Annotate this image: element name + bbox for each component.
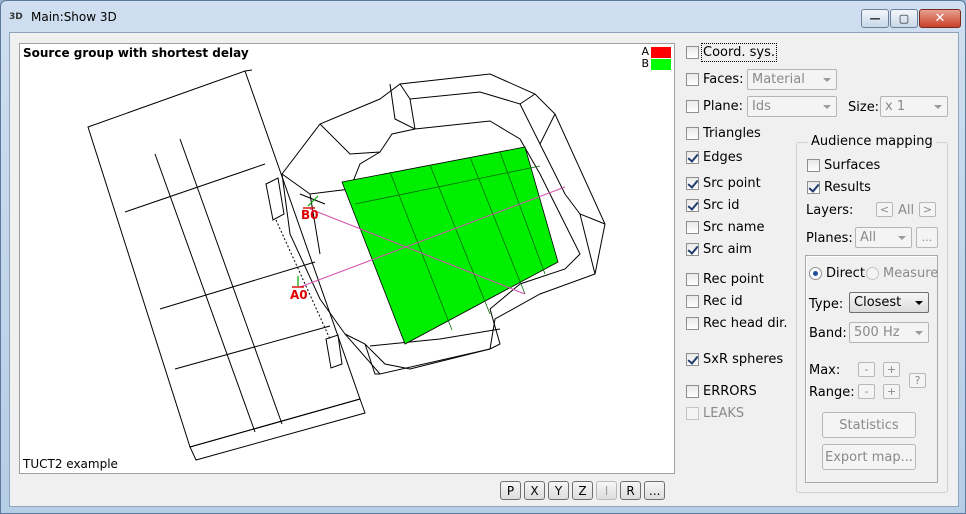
edges-checkbox[interactable]: Edges xyxy=(686,150,743,165)
layers-value: All xyxy=(898,203,915,218)
view-i-button[interactable]: I xyxy=(596,481,617,500)
color-legend: A B xyxy=(641,46,671,70)
view-button-bar: P X Y Z I R ... xyxy=(500,481,666,500)
rec-id-checkbox[interactable]: Rec id xyxy=(686,294,743,309)
planes-label: Planes: xyxy=(806,231,853,246)
max-decrease-button[interactable]: - xyxy=(858,362,875,377)
faces-select[interactable]: Material xyxy=(747,69,837,90)
surfaces-checkbox[interactable]: Surfaces xyxy=(807,158,880,173)
layers-next-button[interactable]: > xyxy=(919,202,936,217)
range-increase-button[interactable]: + xyxy=(883,384,900,399)
view-y-button[interactable]: Y xyxy=(548,481,569,500)
view-more-button[interactable]: ... xyxy=(644,481,666,500)
3d-viewport[interactable]: B0 A0 Source group with shortest delay T… xyxy=(19,43,675,474)
band-select[interactable]: 500 Hz xyxy=(849,322,929,343)
chevron-down-icon xyxy=(934,105,942,109)
layers-prev-button[interactable]: < xyxy=(876,202,893,217)
triangles-checkbox[interactable]: Triangles xyxy=(686,126,761,141)
export-map-button[interactable]: Export map... xyxy=(822,444,916,470)
legend-swatch-red xyxy=(650,46,671,58)
wireframe-slab xyxy=(87,70,361,448)
app-3d-icon: 3D xyxy=(9,12,23,22)
view-reset-button[interactable]: R xyxy=(620,481,641,500)
maximize-icon: ▢ xyxy=(898,12,910,25)
maximize-button[interactable]: ▢ xyxy=(890,9,918,28)
view-x-button[interactable]: X xyxy=(524,481,545,500)
minimize-icon: — xyxy=(869,12,881,25)
title-bar[interactable]: 3D Main:Show 3D — ▢ ✕ xyxy=(1,1,965,33)
marker-b0: B0 xyxy=(301,208,319,222)
help-button[interactable]: ? xyxy=(909,373,926,388)
view-perspective-button[interactable]: P xyxy=(500,481,521,500)
wireframe-slab-edge xyxy=(189,398,366,461)
audience-mapping-title: Audience mapping xyxy=(808,134,936,149)
src-name-checkbox[interactable]: Src name xyxy=(686,220,764,235)
src-aim-checkbox[interactable]: Src aim xyxy=(686,242,752,257)
legend-item-b: B xyxy=(641,58,671,70)
3d-model-wireframe[interactable]: B0 A0 xyxy=(20,44,674,473)
src-point-checkbox[interactable]: Src point xyxy=(686,176,761,191)
statistics-button[interactable]: Statistics xyxy=(822,412,916,438)
results-checkbox[interactable]: Results xyxy=(807,180,871,195)
range-decrease-button[interactable]: - xyxy=(858,384,875,399)
viewport-footer: TUCT2 example xyxy=(23,457,118,471)
chevron-down-icon xyxy=(915,301,923,305)
rec-point-checkbox[interactable]: Rec point xyxy=(686,272,764,287)
layers-label: Layers: xyxy=(806,203,854,218)
chevron-down-icon xyxy=(823,105,831,109)
chevron-down-icon xyxy=(823,78,831,82)
close-button[interactable]: ✕ xyxy=(919,9,961,28)
legend-swatch-green xyxy=(651,58,671,70)
size-select[interactable]: x 1 xyxy=(880,96,948,117)
faces-checkbox[interactable]: Faces: xyxy=(686,72,744,87)
sxr-spheres-checkbox[interactable]: SxR spheres xyxy=(686,352,783,367)
client-area: B0 A0 Source group with shortest delay T… xyxy=(9,32,959,507)
coord-sys-checkbox[interactable]: Coord. sys. xyxy=(686,43,777,62)
range-label: Range: xyxy=(809,385,855,400)
rec-head-dir-checkbox[interactable]: Rec head dir. xyxy=(686,316,787,331)
main-window: 3D Main:Show 3D — ▢ ✕ B0 A0 Source group… xyxy=(0,0,966,514)
band-label: Band: xyxy=(809,326,847,341)
planes-select[interactable]: All xyxy=(855,227,912,248)
chevron-down-icon xyxy=(898,236,906,240)
max-increase-button[interactable]: + xyxy=(883,362,900,377)
leaks-checkbox[interactable]: LEAKS xyxy=(686,406,744,421)
marker-a0: A0 xyxy=(290,288,308,302)
plane-select[interactable]: Ids xyxy=(747,96,837,117)
type-label: Type: xyxy=(809,297,844,312)
size-label: Size: xyxy=(848,100,880,115)
plane-checkbox[interactable]: Plane: xyxy=(686,99,743,114)
close-icon: ✕ xyxy=(934,11,946,26)
errors-checkbox[interactable]: ERRORS xyxy=(686,384,757,399)
minimize-button[interactable]: — xyxy=(861,9,889,28)
view-z-button[interactable]: Z xyxy=(572,481,593,500)
direct-radio[interactable]: Direct xyxy=(809,266,865,281)
chevron-down-icon xyxy=(915,331,923,335)
type-select[interactable]: Closest xyxy=(849,292,929,313)
planes-more-button[interactable]: ... xyxy=(916,227,938,248)
viewport-title: Source group with shortest delay xyxy=(23,46,249,60)
max-label: Max: xyxy=(809,363,841,378)
window-title: Main:Show 3D xyxy=(31,10,117,24)
measure-radio[interactable]: Measure xyxy=(866,266,938,281)
src-id-checkbox[interactable]: Src id xyxy=(686,198,739,213)
audience-area-green xyxy=(341,146,559,345)
